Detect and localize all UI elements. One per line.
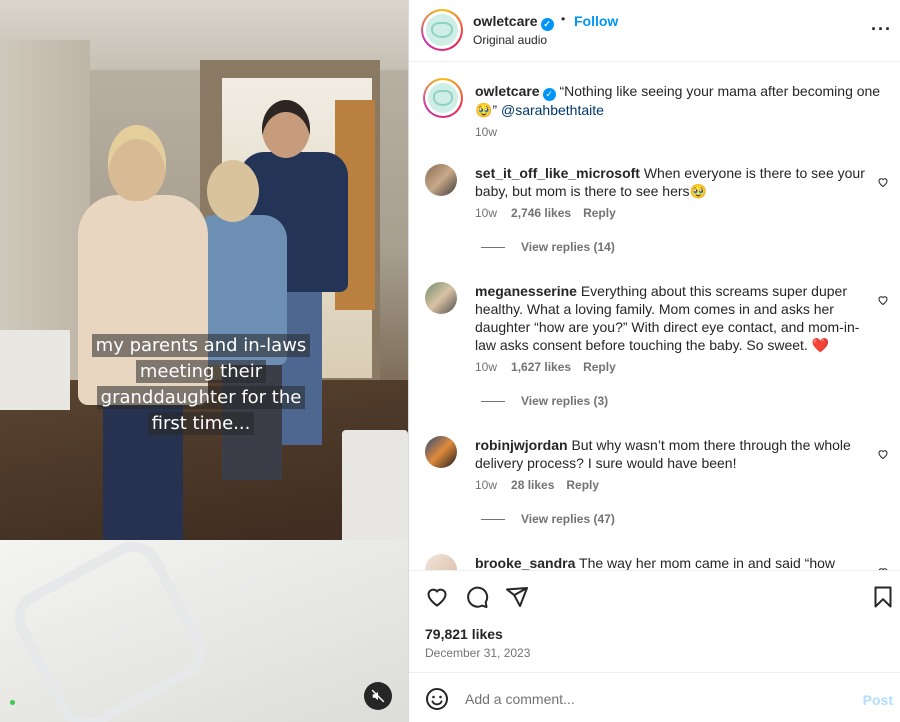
comment-text: brooke_sandra The way her mom came in an…: [475, 554, 875, 570]
caption-author-avatar[interactable]: [423, 78, 463, 118]
post-panel: owletcare ✓ • Follow Original audio ··· o…: [408, 0, 900, 722]
post-comment-button[interactable]: Post: [863, 692, 893, 708]
video-caption-line: meeting their: [135, 360, 267, 383]
comment-likes[interactable]: 1,627 likes: [511, 360, 571, 374]
add-comment-bar: Post: [409, 672, 900, 722]
post-actions: 79,821 likes December 31, 2023: [409, 570, 900, 672]
audio-link[interactable]: Original audio: [473, 33, 547, 47]
video-caption-line: first time...: [147, 412, 255, 435]
video-player[interactable]: my parents and in-laws meeting their gra…: [0, 0, 408, 722]
comments-list[interactable]: owletcare ✓ “Nothing like seeing your mam…: [409, 62, 900, 570]
comment-like-heart-icon[interactable]: [877, 176, 889, 188]
comment-meta: 10w 2,746 likes Reply: [475, 206, 875, 220]
reply-button[interactable]: Reply: [566, 478, 599, 492]
view-replies-line: [481, 518, 505, 520]
comment-username[interactable]: set_it_off_like_microsoft: [475, 165, 640, 181]
paper-plane-icon[interactable]: [505, 585, 529, 609]
speaker-muted-icon: [371, 689, 385, 703]
comment-likes[interactable]: 2,746 likes: [511, 206, 571, 220]
comment-text: robinjwjordan But why wasn’t mom there t…: [475, 436, 875, 472]
commenter-avatar[interactable]: [425, 164, 457, 196]
playback-indicator-dot: [10, 700, 15, 705]
verified-badge-icon: ✓: [540, 18, 554, 31]
comment-meta: 10w 1,627 likes Reply: [475, 360, 875, 374]
view-replies-line: [481, 400, 505, 402]
comment-meta: 10w 28 likes Reply: [475, 478, 875, 492]
likes-count[interactable]: 79,821 likes: [425, 626, 503, 642]
more-options-button[interactable]: ···: [871, 19, 892, 39]
view-replies-line: [481, 246, 505, 248]
caption-meta: 10w: [475, 125, 885, 139]
comment-likes[interactable]: 28 likes: [511, 478, 554, 492]
smiley-icon[interactable]: [425, 687, 449, 711]
comment-text: set_it_off_like_microsoft When everyone …: [475, 164, 875, 200]
owlet-logo-icon: [428, 83, 458, 113]
comment-username[interactable]: brooke_sandra: [475, 555, 575, 570]
comment-like-heart-icon[interactable]: [877, 448, 889, 460]
video-caption: my parents and in-laws meeting their gra…: [84, 333, 318, 437]
comment-bubble-icon[interactable]: [465, 585, 489, 609]
comment-body: The way her mom came in and said “how: [579, 555, 836, 570]
comment-time: 10w: [475, 360, 498, 374]
mute-button[interactable]: [364, 682, 392, 710]
more-horizontal-icon: ···: [871, 19, 892, 39]
follow-button[interactable]: Follow: [574, 13, 618, 29]
verified-badge-icon: ✓: [542, 87, 556, 101]
video-scene-counter: [0, 330, 70, 410]
caption-mention-link[interactable]: @sarahbethtaite: [501, 102, 604, 118]
comment-time: 10w: [475, 206, 498, 220]
post-header: owletcare ✓ • Follow Original audio ···: [409, 0, 900, 62]
author-avatar[interactable]: [421, 9, 463, 51]
comment-username[interactable]: robinjwjordan: [475, 437, 568, 453]
heart-icon[interactable]: [425, 585, 449, 609]
reply-button[interactable]: Reply: [583, 206, 616, 220]
view-replies-button[interactable]: View replies (14): [481, 240, 875, 254]
post-date: December 31, 2023: [425, 646, 531, 660]
caption-text: owletcare ✓ “Nothing like seeing your mam…: [475, 82, 885, 119]
comment-username[interactable]: meganesserine: [475, 283, 577, 299]
view-replies-button[interactable]: View replies (3): [481, 394, 875, 408]
owlet-logo-icon: [426, 14, 458, 46]
comment-input[interactable]: [465, 687, 845, 711]
author-username[interactable]: owletcare ✓: [473, 13, 554, 31]
header-separator: •: [561, 12, 566, 26]
comment-time: 10w: [475, 478, 498, 492]
caption-username[interactable]: owletcare: [475, 83, 540, 99]
view-replies-button[interactable]: View replies (47): [481, 512, 875, 526]
comment-text: meganesserine Everything about this scre…: [475, 282, 875, 354]
commenter-avatar[interactable]: [425, 436, 457, 468]
bookmark-icon[interactable]: [871, 585, 895, 609]
commenter-avatar[interactable]: [425, 554, 457, 570]
view-replies-label: View replies (3): [521, 394, 609, 408]
caption-time: 10w: [475, 124, 498, 139]
video-caption-line: granddaughter for the: [96, 386, 306, 409]
commenter-avatar[interactable]: [425, 282, 457, 314]
reply-button[interactable]: Reply: [583, 360, 616, 374]
video-caption-line: my parents and in-laws: [91, 334, 311, 357]
comment-like-heart-icon[interactable]: [877, 294, 889, 306]
view-replies-label: View replies (47): [521, 512, 615, 526]
view-replies-label: View replies (14): [521, 240, 615, 254]
